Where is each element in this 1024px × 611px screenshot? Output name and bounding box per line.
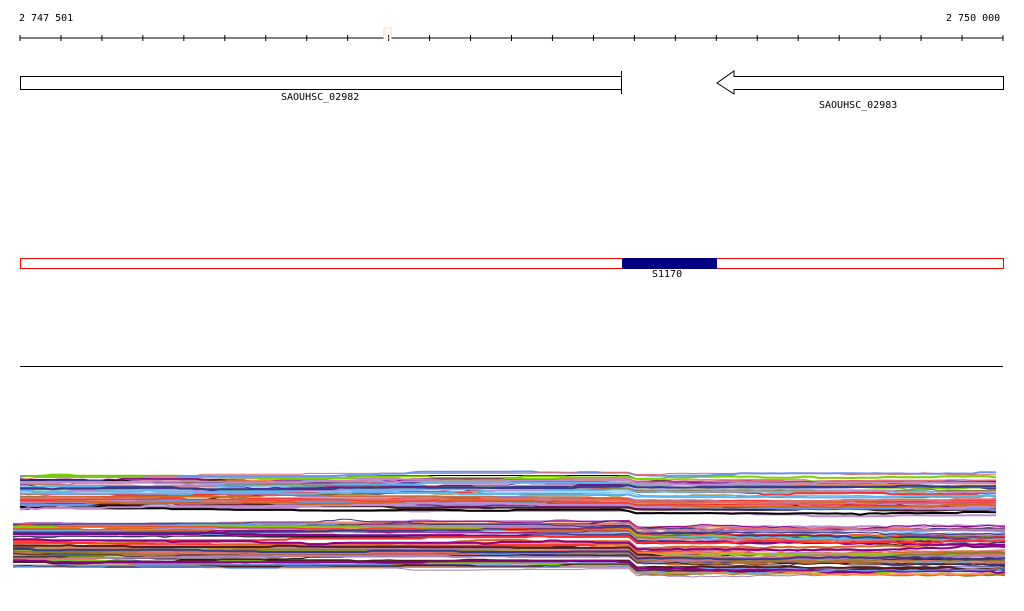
coverage-group-upper: [19, 470, 997, 518]
viewport-marker[interactable]: [383, 27, 392, 39]
genome-canvas: [12, 27, 1006, 578]
coverage-group-lower: [12, 518, 1006, 578]
gene-arrow-SAOUHSC_02982[interactable]: [20, 76, 622, 90]
feature-S1170[interactable]: [622, 258, 717, 269]
ruler: [19, 35, 1004, 41]
feature-track: [20, 258, 1004, 269]
gene-arrow-SAOUHSC_02983[interactable]: [716, 70, 1004, 95]
